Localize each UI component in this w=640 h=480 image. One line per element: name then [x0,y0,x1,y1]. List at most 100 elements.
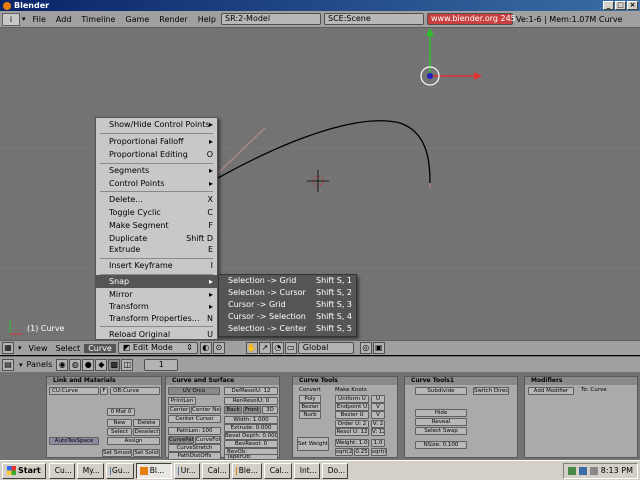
tray-network-icon[interactable] [578,466,587,475]
back-toggle[interactable]: Back [224,406,242,414]
convert-bezier-button[interactable]: Bezier [299,403,321,411]
set-weight-button[interactable]: Set Weight [297,437,329,451]
task-button[interactable]: Ble... [231,462,262,479]
pivot-icon[interactable]: ⊙ [212,342,225,354]
menu-item-insert-keyframe[interactable]: Insert Keyframe I [96,259,217,272]
task-button[interactable]: Cu... [48,462,75,479]
resol-u-field[interactable]: Resol U: 12 [335,428,369,436]
material-deselect-button[interactable]: Deselect [133,428,160,436]
scene-selector[interactable]: SCE:Scene [323,13,424,25]
center-new-button[interactable]: Center New [191,406,221,414]
convert-poly-button[interactable]: Poly [299,395,321,403]
extrude-field[interactable]: Extrude: 0.000 [224,424,278,432]
submenu-item-cursor-to-grid[interactable]: Cursor -> Grid Shift S, 3 [219,299,356,311]
menu-item-delete[interactable]: Delete... X [96,193,217,206]
endpoint-u-button[interactable]: Endpoint U [335,403,369,411]
curve-stretch-toggle[interactable]: CurveStretch [168,444,221,452]
task-button[interactable]: Cal... [263,462,292,479]
tray-app-icon[interactable] [567,466,576,475]
hand-transform-icon[interactable]: ✋ [245,342,258,354]
menu-item-proportional-editing[interactable]: Proportional Editing O [96,148,217,161]
weight-sqrt05-button[interactable]: sqrt(0.5) [371,448,387,456]
bezier-v-button[interactable]: V [371,411,385,419]
view3d-window-type-icon[interactable]: ▦ [2,342,14,354]
uniform-v-button[interactable]: U [371,395,385,403]
menu-item-make-segment[interactable]: Make Segment F [96,219,217,232]
task-button[interactable]: Gu... [105,462,134,479]
fake-user-button[interactable]: F [100,387,108,395]
render-preview-icon[interactable]: ▣ [372,342,385,354]
menu-help[interactable]: Help [193,11,221,28]
menu-add[interactable]: Add [51,11,77,28]
menu-item-segments[interactable]: Segments ▸ [96,164,217,177]
ren-resol-u-field[interactable]: RenResolU: 0 [224,397,278,405]
info-window-type-icon[interactable]: i [2,12,20,26]
scene-context-icon[interactable]: ◫ [121,358,134,371]
task-button[interactable]: Int... [293,462,320,479]
menu-timeline[interactable]: Timeline [76,11,120,28]
autotexspace-toggle[interactable]: AutoTexSpace [49,437,99,445]
panels-collapse-icon[interactable]: ▾ [19,361,23,369]
weight-025-button[interactable]: 0.25 [354,448,369,456]
buttons-window-type-icon[interactable]: ▤ [2,358,14,371]
order-v-field[interactable]: V: 2 [371,420,385,428]
3d-toggle[interactable]: 3D [262,406,278,414]
bevel-depth-field[interactable]: Bevel Depth: 0.000 [224,432,278,440]
convert-nurb-button[interactable]: Nurb [299,411,321,419]
menubar-collapse-icon[interactable]: ▾ [22,15,26,23]
menu-view[interactable]: View [25,344,52,353]
menu-file[interactable]: File [28,11,51,28]
submenu-item-selection-to-grid[interactable]: Selection -> Grid Shift S, 1 [219,275,356,287]
menu-item-transform-properties[interactable]: Transform Properties... N [96,312,217,325]
hide-button[interactable]: Hide [415,409,467,417]
path-dist-offs-toggle[interactable]: PathDistOffs [168,452,221,460]
arrow-transform-icon[interactable]: ↗ [258,342,271,354]
minimize-button[interactable]: _ [603,1,614,10]
curve-follow-toggle[interactable]: CurveFollo [195,436,221,444]
set-smooth-button[interactable]: Set Smooth [102,449,132,457]
mesh-datablock-field[interactable]: CU:Curve [49,387,99,395]
curve-path-toggle[interactable]: CurvePath [168,436,194,444]
def-resol-u-field[interactable]: DefResolU: 12 [224,387,278,395]
shading-context-icon[interactable]: ● [82,358,95,371]
menu-select[interactable]: Select [52,344,85,353]
select-swap-button[interactable]: Select Swap [415,427,467,435]
proportional-edit-icon[interactable]: ◎ [359,342,372,354]
uv-orco-toggle[interactable]: UV Orco [168,387,220,395]
weight-field[interactable]: Weight: 1.00 [335,439,369,447]
submenu-item-cursor-to-selection[interactable]: Cursor -> Selection Shift S, 4 [219,311,356,323]
bezier-u-button[interactable]: Bezier U [335,411,369,419]
object-datablock-field[interactable]: OB:Curve [110,387,160,395]
screen-selector[interactable]: SR:2-Model [220,13,321,25]
uniform-u-button[interactable]: Uniform U [335,395,369,403]
weight-sqrt2-button[interactable]: sqrt(2)/4 [335,448,353,456]
tray-volume-icon[interactable] [589,466,598,475]
material-select-button[interactable]: Select [107,428,132,436]
editing-context-icon[interactable]: ▩ [108,358,121,371]
scale-transform-icon[interactable]: ▭ [284,342,297,354]
submenu-item-selection-to-cursor[interactable]: Selection -> Cursor Shift S, 2 [219,287,356,299]
script-context-icon[interactable]: ◍ [69,358,82,371]
menu-item-show-hide[interactable]: Show/Hide Control Points ▸ [96,118,217,131]
maximize-button[interactable]: □ [615,1,626,10]
tray-clock[interactable]: 8:13 PM [601,466,633,475]
front-toggle[interactable]: Front [243,406,261,414]
logic-context-icon[interactable]: ◉ [56,358,69,371]
set-solid-button[interactable]: Set Solid [133,449,160,457]
menu-item-toggle-cyclic[interactable]: Toggle Cyclic C [96,206,217,219]
task-button[interactable]: Do... [321,462,348,479]
material-assign-button[interactable]: Assign [107,437,160,445]
nsize-field[interactable]: NSize: 0.100 [415,441,467,449]
material-delete-button[interactable]: Delete [133,419,160,427]
bev-resol-field[interactable]: BevResol: 0 [224,440,278,448]
reveal-button[interactable]: Reveal [415,418,467,426]
subdivide-button[interactable]: Subdivide [415,387,467,395]
orientation-selector[interactable]: Global [297,342,354,354]
endpoint-v-button[interactable]: V [371,403,385,411]
weight-1-button[interactable]: 1.0 [371,439,385,447]
menu-render[interactable]: Render [154,11,192,28]
resol-v-field[interactable]: V: 12 [371,428,385,436]
object-context-icon[interactable]: ◆ [95,358,108,371]
mode-selector[interactable]: ◩ Edit Mode ⇕ [117,342,198,354]
center-button[interactable]: Center [168,406,190,414]
